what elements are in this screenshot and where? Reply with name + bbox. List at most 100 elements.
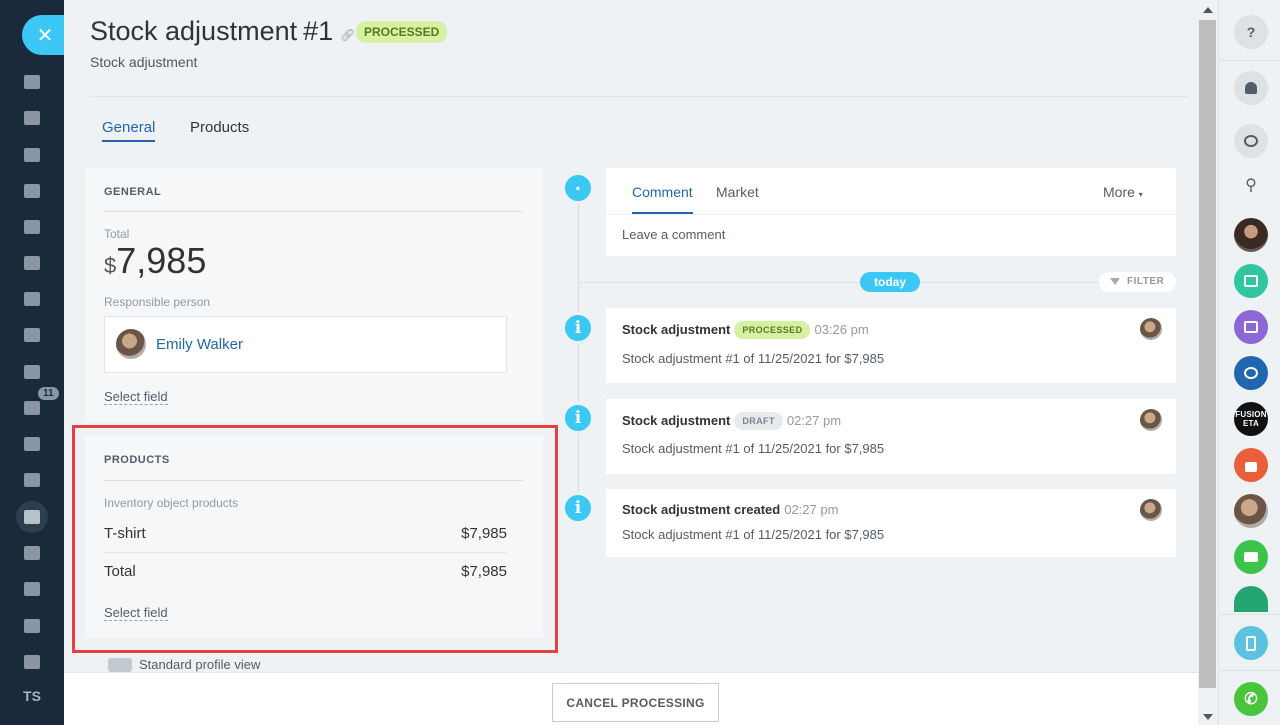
responsible-person-link[interactable]: Emily Walker <box>156 336 243 353</box>
tab-comment[interactable]: Comment <box>632 184 693 214</box>
scroll-down-arrow-icon[interactable] <box>1203 714 1213 720</box>
general-card: GENERAL Total $7,985 Responsible person … <box>85 168 543 422</box>
page-title: Stock adjustment #1 <box>90 16 334 46</box>
box-icon <box>24 655 40 669</box>
general-card-title: GENERAL <box>104 186 162 198</box>
timeline-event: Stock adjustment created 02:27 pm Stock a… <box>606 489 1176 557</box>
nav-item-inventory[interactable] <box>0 611 64 641</box>
timeline-event: Stock adjustment DRAFT 02:27 pm Stock adju… <box>606 399 1176 474</box>
timeline-event: Stock adjustment PROCESSED 03:26 pm Stock … <box>606 308 1176 383</box>
nav-item-feed[interactable] <box>0 103 64 133</box>
total-label: Total <box>104 227 130 241</box>
user-avatar[interactable] <box>1234 218 1268 252</box>
cart-icon <box>24 510 40 524</box>
nav-item-contact-center[interactable] <box>0 538 64 568</box>
products-highlight-box <box>72 425 558 653</box>
event-status-badge: PROCESSED <box>734 321 811 339</box>
scroll-up-arrow-icon[interactable] <box>1203 7 1213 13</box>
groups-icon <box>24 328 40 342</box>
calendar-icon[interactable] <box>1234 264 1268 298</box>
info-icon: i <box>562 312 594 344</box>
standard-profile-view-link[interactable]: Standard profile view <box>139 657 260 672</box>
event-status-badge: DRAFT <box>734 412 783 430</box>
info-icon: i <box>562 492 594 524</box>
chevron-down-icon: ▾ <box>1138 190 1143 199</box>
cancel-processing-button[interactable]: CANCEL PROCESSING <box>552 683 719 722</box>
target-icon <box>24 437 40 451</box>
filter-icon <box>24 401 40 415</box>
profile-view-icon <box>108 658 132 672</box>
box-icon <box>24 619 40 633</box>
avatar <box>1140 499 1162 521</box>
feed-icon <box>24 111 40 125</box>
mobile-icon[interactable] <box>1234 626 1268 660</box>
nav-item-sites-2[interactable] <box>0 465 64 495</box>
event-text: Stock adjustment #1 of 11/25/2021 for $7… <box>622 351 885 366</box>
video-icon[interactable] <box>1234 540 1268 574</box>
notification-badge: 11 <box>38 387 59 400</box>
nav-item-automation[interactable] <box>0 574 64 604</box>
total-amount: $7,985 <box>104 240 207 281</box>
group-chat-icon[interactable] <box>1234 356 1268 390</box>
video-icon[interactable] <box>1234 586 1268 612</box>
nav-item-crm[interactable]: 11 <box>0 387 64 423</box>
nav-item-sites[interactable] <box>0 67 64 97</box>
calendar-icon[interactable] <box>1234 310 1268 344</box>
comment-icon: ▪ <box>562 172 594 204</box>
scrollbar-thumb[interactable] <box>1199 20 1216 688</box>
responsible-label: Responsible person <box>104 295 211 309</box>
more-dropdown[interactable]: More ▾ <box>1103 184 1143 200</box>
close-icon: ✕ <box>36 24 54 47</box>
info-icon: i <box>562 402 594 434</box>
user-initials[interactable]: TS <box>0 688 64 704</box>
tab-market[interactable]: Market <box>716 184 759 200</box>
bell-icon[interactable] <box>1234 71 1268 105</box>
event-text: Stock adjustment #1 of 11/25/2021 for $7… <box>622 527 885 542</box>
comment-input[interactable]: Leave a comment <box>622 227 725 242</box>
calendar-icon <box>24 184 40 198</box>
nav-item-groups[interactable] <box>0 320 64 350</box>
right-sidebar: ? ⚲ FUSION ETA ✆ <box>1218 0 1280 725</box>
page-subtitle: Stock adjustment <box>90 54 198 70</box>
messages-icon[interactable] <box>1234 124 1268 158</box>
tasks-icon <box>24 365 40 379</box>
nav-item-calendar[interactable] <box>0 176 64 206</box>
responsible-person-box: Emily Walker <box>104 316 507 373</box>
avatar <box>116 329 146 359</box>
help-icon[interactable]: ? <box>1234 15 1268 49</box>
tab-general[interactable]: General <box>102 119 156 142</box>
search-icon[interactable]: ⚲ <box>1234 168 1268 202</box>
chat-icon <box>24 148 40 162</box>
timeline-line <box>578 190 579 520</box>
filter-button[interactable]: FILTER <box>1099 272 1176 292</box>
drive-icon <box>24 256 40 270</box>
tab-products[interactable]: Products <box>190 119 249 136</box>
link-icon[interactable]: 🔗︎ <box>340 28 355 42</box>
phone-icon[interactable]: ✆ <box>1234 682 1268 716</box>
user-avatar[interactable] <box>1234 494 1268 528</box>
event-text: Stock adjustment #1 of 11/25/2021 for $7… <box>622 441 885 456</box>
nav-item-marketing[interactable] <box>0 429 64 459</box>
nav-item-store[interactable] <box>0 501 64 533</box>
mail-icon <box>24 292 40 306</box>
nav-item-inventory-2[interactable] <box>0 647 64 677</box>
select-field-link[interactable]: Select field <box>104 389 168 405</box>
avatar <box>1140 409 1162 431</box>
lock-icon[interactable] <box>1234 448 1268 482</box>
left-navigation: ✕ 11 TS <box>0 0 64 725</box>
window-icon <box>24 473 40 487</box>
avatar <box>1140 318 1162 340</box>
nav-item-drive[interactable] <box>0 248 64 278</box>
close-slider-button[interactable]: ✕ <box>22 15 64 55</box>
nav-item-documents[interactable] <box>0 212 64 242</box>
footer-bar: CANCEL PROCESSING <box>64 672 1198 725</box>
fusion-eta-avatar[interactable]: FUSION ETA <box>1234 402 1268 436</box>
nav-item-chat[interactable] <box>0 140 64 170</box>
nav-item-tasks[interactable] <box>0 357 64 387</box>
sync-icon <box>24 582 40 596</box>
document-icon <box>24 220 40 234</box>
today-badge: today <box>860 272 921 292</box>
vertical-scrollbar[interactable] <box>1198 0 1218 725</box>
nav-item-mail[interactable] <box>0 284 64 314</box>
header-divider <box>90 96 1188 97</box>
